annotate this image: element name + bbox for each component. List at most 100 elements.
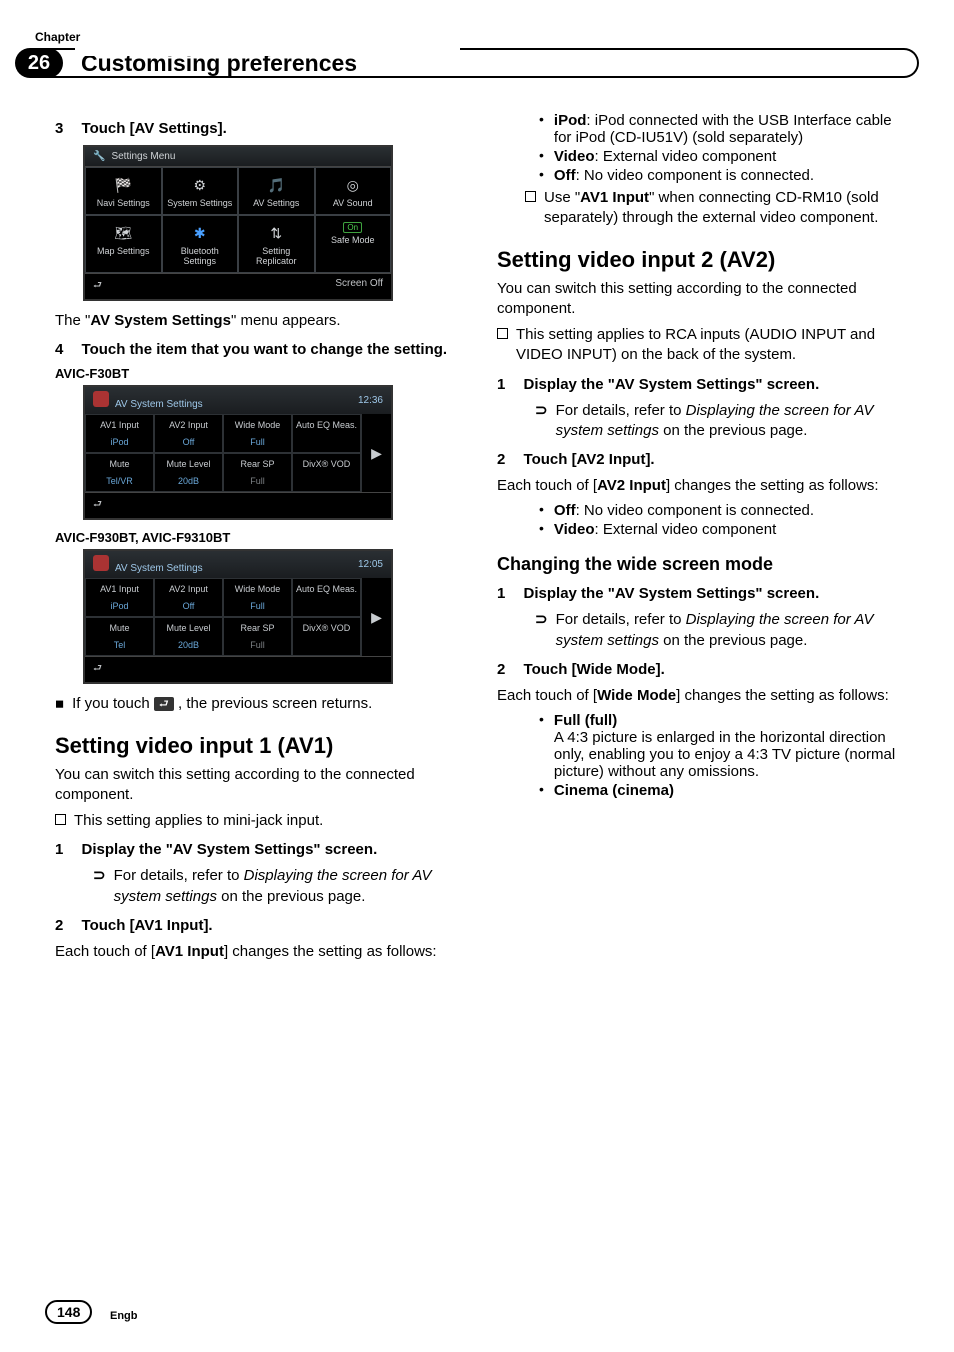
av1-each: Each touch of [AV1 Input] changes the se… — [55, 942, 457, 962]
step-num: 3 — [55, 120, 63, 137]
chapter-bar-outline — [35, 48, 919, 78]
bullet-icon: • — [539, 712, 544, 780]
gear-icon — [93, 555, 109, 571]
wide-each: Each touch of [Wide Mode] changes the se… — [497, 686, 899, 706]
av1-step-2: 2 Touch [AV1 Input]. — [55, 917, 457, 934]
heading-wide: Changing the wide screen mode — [497, 554, 899, 575]
gear-icon: ⚙ — [187, 174, 213, 196]
next-page-arrow[interactable]: ▶ — [361, 578, 391, 656]
music-icon: 🎵 — [263, 174, 289, 196]
bullet-icon: • — [539, 112, 544, 146]
list-item: • Full (full) A 4:3 picture is enlarged … — [539, 712, 899, 780]
model-label-a: AVIC-F30BT — [55, 366, 457, 381]
menu-item-bluetooth[interactable]: ✱Bluetooth Settings — [162, 215, 239, 273]
av-cell[interactable]: AV2 InputOff — [154, 578, 223, 617]
av-cell[interactable]: AV1 InputiPod — [85, 414, 154, 453]
av-cell[interactable]: Auto EQ Meas. — [292, 414, 361, 453]
av-cell[interactable]: Wide ModeFull — [223, 414, 292, 453]
av1-ref: ⊃ For details, refer to Displaying the s… — [93, 866, 457, 907]
menu-item-navi[interactable]: 🏁Navi Settings — [85, 167, 162, 215]
list-item: •Off: No video component is connected. — [539, 502, 899, 519]
sound-icon: ◎ — [340, 174, 366, 196]
av-title: AV System Settings — [115, 399, 203, 410]
wide-step-2: 2 Touch [Wide Mode]. — [497, 661, 899, 678]
av1-note: This setting applies to mini-jack input. — [55, 811, 457, 831]
note-icon — [525, 191, 536, 202]
chapter-number: 26 — [15, 48, 63, 78]
square-bullet-icon: ◼ — [55, 697, 64, 714]
menu-header: 🔧 Settings Menu — [85, 147, 391, 167]
list-item: •Off: No video component is connected. — [539, 167, 899, 184]
step-4: 4 Touch the item that you want to change… — [55, 341, 457, 358]
model-label-b: AVIC-F930BT, AVIC-F9310BT — [55, 530, 457, 545]
clock: 12:36 — [358, 395, 383, 406]
ref-arrow-icon: ⊃ — [535, 610, 548, 651]
menu-item-safe-mode[interactable]: OnSafe Mode — [315, 215, 392, 273]
wide-ref: ⊃ For details, refer to Displaying the s… — [535, 610, 899, 651]
use-note: Use "AV1 Input" when connecting CD-RM10 … — [525, 188, 899, 229]
bullet-icon: • — [539, 167, 544, 184]
av-cell[interactable]: Wide ModeFull — [223, 578, 292, 617]
back-icon: ⮐ — [154, 697, 174, 711]
flag-icon: 🏁 — [110, 174, 136, 196]
left-column: 3 Touch [AV Settings]. 🔧 Settings Menu 🏁… — [55, 110, 457, 968]
replicator-icon: ⇅ — [263, 222, 289, 244]
av1-step-1: 1 Display the "AV System Settings" scree… — [55, 841, 457, 858]
av-system-settings-b: AV System Settings 12:05 AV1 InputiPod A… — [83, 549, 393, 684]
av-cell[interactable]: Rear SPFull — [223, 453, 292, 492]
heading-av2: Setting video input 2 (AV2) — [497, 247, 899, 273]
menu-title: Settings Menu — [111, 151, 175, 162]
av-cell[interactable]: MuteTel — [85, 617, 154, 656]
list-item: •Video: External video component — [539, 148, 899, 165]
back-icon[interactable]: ⮐ — [93, 661, 102, 678]
av-cell[interactable]: Rear SPFull — [223, 617, 292, 656]
step-3: 3 Touch [AV Settings]. — [55, 120, 457, 137]
settings-menu-screenshot: 🔧 Settings Menu 🏁Navi Settings ⚙System S… — [83, 145, 393, 301]
page-number: 148 — [45, 1300, 92, 1324]
av-cell[interactable]: AV2 InputOff — [154, 414, 223, 453]
av2-intro: You can switch this setting according to… — [497, 279, 899, 320]
wide-step-1: 1 Display the "AV System Settings" scree… — [497, 585, 899, 602]
av-title: AV System Settings — [115, 563, 203, 574]
av-cell[interactable]: DivX® VOD — [292, 453, 361, 492]
av1-intro: You can switch this setting according to… — [55, 765, 457, 806]
note-icon — [55, 814, 66, 825]
av-cell[interactable]: MuteTel/VR — [85, 453, 154, 492]
av2-step-1: 1 Display the "AV System Settings" scree… — [497, 376, 899, 393]
ref-arrow-icon: ⊃ — [535, 401, 548, 442]
av-cell[interactable]: DivX® VOD — [292, 617, 361, 656]
bullet-icon: • — [539, 502, 544, 519]
av-cell[interactable]: AV1 InputiPod — [85, 578, 154, 617]
chapter-label: Chapter — [35, 30, 899, 44]
menu-item-av-sound[interactable]: ◎AV Sound — [315, 167, 392, 215]
bullet-icon: • — [539, 148, 544, 165]
locale-label: Engb — [110, 1310, 138, 1322]
bullet-icon: • — [539, 521, 544, 538]
menu-item-replicator[interactable]: ⇅Setting Replicator — [238, 215, 315, 273]
note-icon — [497, 328, 508, 339]
step-text: Touch the item that you want to change t… — [82, 341, 448, 358]
list-item: • Cinema (cinema) — [539, 782, 899, 799]
on-badge: On — [343, 222, 362, 233]
next-page-arrow[interactable]: ▶ — [361, 414, 391, 492]
av-system-settings-a: AV System Settings 12:36 AV1 InputiPod A… — [83, 385, 393, 520]
menu-item-system[interactable]: ⚙System Settings — [162, 167, 239, 215]
gear-icon — [93, 391, 109, 407]
av-cell[interactable]: Mute Level20dB — [154, 453, 223, 492]
back-note: ◼ If you touch ⮐ , the previous screen r… — [55, 694, 457, 714]
heading-av1: Setting video input 1 (AV1) — [55, 733, 457, 759]
bluetooth-icon: ✱ — [187, 222, 213, 244]
av2-each: Each touch of [AV2 Input] changes the se… — [497, 476, 899, 496]
av2-step-2: 2 Touch [AV2 Input]. — [497, 451, 899, 468]
menu-item-map[interactable]: 🗺Map Settings — [85, 215, 162, 273]
av-cell[interactable]: Auto EQ Meas. — [292, 578, 361, 617]
back-icon[interactable]: ⮐ — [93, 278, 102, 295]
av-cell[interactable]: Mute Level20dB — [154, 617, 223, 656]
back-icon[interactable]: ⮐ — [93, 497, 102, 514]
clock: 12:05 — [358, 559, 383, 570]
list-item: •iPod: iPod connected with the USB Inter… — [539, 112, 899, 146]
bullet-icon: • — [539, 782, 544, 799]
menu-item-av-settings[interactable]: 🎵AV Settings — [238, 167, 315, 215]
step-text: Touch [AV Settings]. — [82, 120, 227, 137]
screen-off-button[interactable]: Screen Off — [335, 278, 383, 295]
